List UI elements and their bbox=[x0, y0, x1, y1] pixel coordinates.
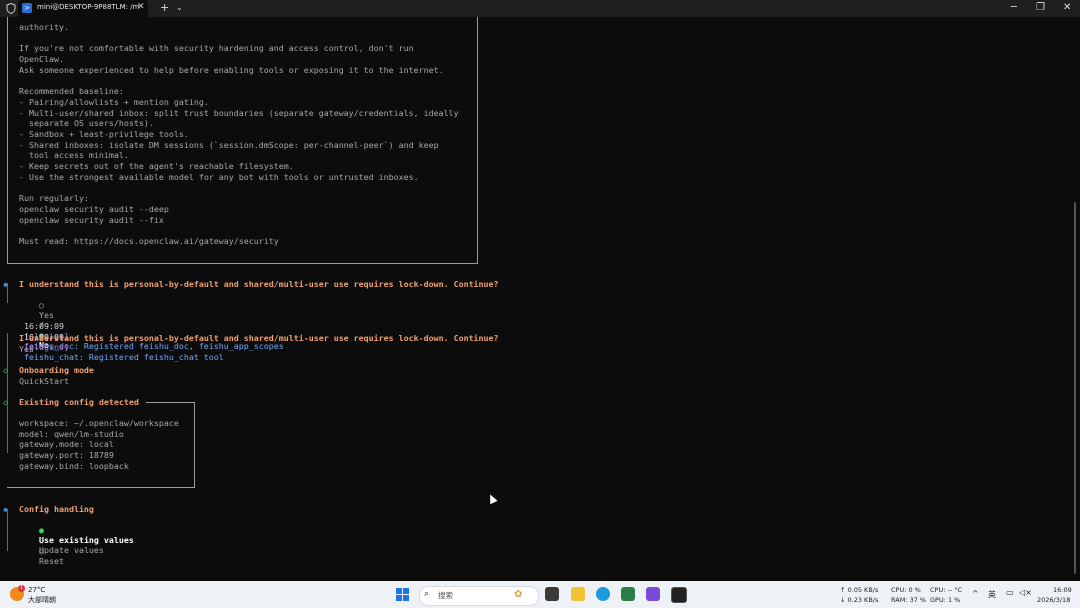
notification-badge: 1 bbox=[18, 585, 25, 592]
chevron-up-icon[interactable]: ^ bbox=[972, 589, 979, 598]
prompt-question: I understand this is personal-by-default… bbox=[19, 279, 499, 289]
config-line: model: qwen/lm-studio bbox=[19, 428, 124, 439]
done-diamond-icon: ◇ bbox=[3, 365, 8, 375]
windows-start-icon[interactable] bbox=[396, 588, 409, 601]
notice-line: - Pairing/allowlists + mention gating. bbox=[19, 96, 209, 107]
notice-line: - Multi-user/shared inbox: split trust b… bbox=[19, 107, 459, 118]
radio-off-icon[interactable]: ○ bbox=[39, 300, 44, 310]
tab-close-icon[interactable]: ✕ bbox=[137, 2, 145, 12]
taskbar-search[interactable]: ⌕ 搜索 ✿ bbox=[419, 586, 539, 606]
option-label: Reset bbox=[38, 556, 64, 566]
taskbar: 1 27°C 大部晴朗 ⌕ 搜索 ✿ ↑ 0.05 KB/s ↓ 0.23 KB… bbox=[0, 581, 1080, 608]
file-explorer-icon[interactable] bbox=[571, 587, 585, 601]
notice-line: Run regularly: bbox=[19, 193, 89, 204]
security-box-bottom-border bbox=[7, 263, 478, 264]
terminal-pane[interactable]: authority. If you're not comfortable with… bbox=[0, 17, 1080, 581]
search-highlight-icon: ✿ bbox=[514, 589, 523, 600]
notice-line: - Use the strongest available model for … bbox=[19, 171, 419, 182]
existing-config-title: Existing config detected bbox=[19, 397, 139, 407]
minimize-button[interactable]: ─ bbox=[1011, 2, 1017, 13]
flow-rail bbox=[7, 333, 8, 453]
shield-icon[interactable] bbox=[6, 3, 16, 14]
notice-line: - Shared inboxes: isolate DM sessions (`… bbox=[19, 139, 439, 150]
radio-off-icon: ○ bbox=[38, 546, 44, 556]
done-diamond-icon: ◇ bbox=[3, 397, 8, 407]
net-upload: ↑ 0.05 KB/s bbox=[840, 586, 879, 594]
active-diamond-icon: ◆ bbox=[3, 504, 8, 514]
notice-line: Ask someone experienced to help before e… bbox=[19, 64, 444, 75]
gpu-usage: GPU: 1 % bbox=[930, 596, 961, 604]
weather-temperature[interactable]: 27°C bbox=[28, 586, 45, 594]
clock-date[interactable]: 2026/3/18 bbox=[1037, 596, 1070, 604]
app-icon[interactable] bbox=[646, 587, 660, 601]
log-message: feishu_chat: Registered feishu_chat tool bbox=[23, 352, 224, 362]
option-reset[interactable]: ○ Reset bbox=[19, 536, 64, 576]
network-icon[interactable]: ▭ bbox=[1006, 588, 1014, 597]
cpu-temp: CPU: -- °C bbox=[930, 586, 963, 594]
notice-line: Must read: https://docs.openclaw.ai/gate… bbox=[19, 236, 279, 246]
notice-line: - Sandbox + least-privilege tools. bbox=[19, 129, 189, 139]
edge-browser-icon[interactable] bbox=[596, 587, 610, 601]
terminal-tab-icon: > bbox=[22, 3, 32, 13]
ime-indicator[interactable]: 英 bbox=[988, 589, 996, 600]
config-line: gateway.bind: loopback bbox=[19, 460, 129, 471]
volume-icon[interactable]: ◁× bbox=[1019, 588, 1032, 597]
config-box-bottom-border bbox=[7, 487, 195, 488]
net-download: ↓ 0.23 KB/s bbox=[840, 596, 879, 604]
close-window-button[interactable]: ✕ bbox=[1063, 2, 1071, 13]
active-diamond-icon: ◆ bbox=[3, 279, 8, 289]
notice-line: - Keep secrets out of the agent's reacha… bbox=[19, 161, 294, 172]
prompt-question: I understand this is personal-by-default… bbox=[19, 333, 499, 343]
security-box-right-border bbox=[477, 17, 478, 263]
security-box-left-border bbox=[7, 17, 8, 263]
vertical-scrollbar[interactable] bbox=[1074, 202, 1076, 574]
config-line: gateway.mode: local bbox=[19, 439, 114, 450]
config-line: workspace: ~/.openclaw/workspace bbox=[19, 418, 179, 428]
config-handling-title: Config handling bbox=[19, 504, 94, 514]
notice-line: tool access minimal. bbox=[19, 150, 129, 161]
notice-line: OpenClaw. bbox=[19, 54, 64, 65]
new-tab-button[interactable]: + bbox=[160, 1, 169, 14]
terminal-app-icon[interactable] bbox=[671, 587, 687, 603]
prompt-rail bbox=[7, 509, 8, 551]
config-box-top-border bbox=[146, 402, 194, 403]
notice-line: openclaw security audit --fix bbox=[19, 214, 164, 225]
clock-time[interactable]: 16:09 bbox=[1053, 586, 1072, 594]
cpu-usage: CPU: 0 % bbox=[891, 586, 921, 594]
notice-line: separate OS users/hosts). bbox=[19, 118, 154, 129]
config-box-right-border bbox=[194, 402, 195, 487]
onboarding-value: QuickStart bbox=[19, 376, 69, 386]
notice-line: If you're not comfortable with security … bbox=[19, 43, 414, 54]
search-placeholder: 搜索 bbox=[438, 591, 453, 600]
notice-line: Recommended baseline: bbox=[19, 86, 124, 97]
store-app-icon[interactable] bbox=[621, 587, 635, 601]
maximize-button[interactable]: ❐ bbox=[1036, 2, 1045, 13]
ram-usage: RAM: 37 % bbox=[891, 596, 927, 604]
config-line: gateway.port: 18789 bbox=[19, 450, 114, 461]
prompt-answer: Yes bbox=[19, 344, 34, 354]
task-view-icon[interactable] bbox=[545, 587, 559, 601]
weather-description[interactable]: 大部晴朗 bbox=[28, 595, 56, 605]
tab-title: mini@DESKTOP-9P88TLM: /m bbox=[37, 3, 140, 11]
notice-line: authority. bbox=[19, 22, 69, 32]
window-titlebar: > mini@DESKTOP-9P88TLM: /m ✕ + ⌄ ─ ❐ ✕ bbox=[0, 0, 1080, 17]
notice-line: openclaw security audit --deep bbox=[19, 203, 169, 214]
terminal-tab[interactable]: > mini@DESKTOP-9P88TLM: /m ✕ bbox=[18, 0, 148, 17]
onboarding-title: Onboarding mode bbox=[19, 365, 94, 375]
chevron-down-icon[interactable]: ⌄ bbox=[176, 3, 183, 12]
search-icon: ⌕ bbox=[424, 589, 430, 599]
